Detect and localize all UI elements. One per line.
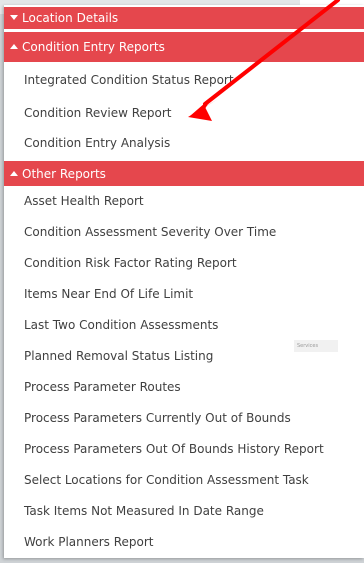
section-label: Condition Entry Reports [22,40,165,54]
menu-item-condition-entry-analysis[interactable]: Condition Entry Analysis [24,136,170,150]
section-location-details[interactable]: Location Details [4,7,364,29]
menu-item-select-locations-for-condition-assessment-task[interactable]: Select Locations for Condition Assessmen… [24,473,309,487]
menu-item-work-planners-report[interactable]: Work Planners Report [24,535,154,549]
menu-item-condition-review-report[interactable]: Condition Review Report [24,106,172,120]
caret-up-icon [10,44,22,50]
section-label: Other Reports [22,166,106,181]
menu-item-condition-risk-factor-rating-report[interactable]: Condition Risk Factor Rating Report [24,256,237,270]
menu-item-process-parameters-currently-out-of-bounds[interactable]: Process Parameters Currently Out of Boun… [24,411,291,425]
caret-up-icon [10,170,22,177]
menu-item-planned-removal-status-listing[interactable]: Planned Removal Status Listing [24,349,213,363]
caret-down-icon [10,15,22,21]
section-condition-entry-reports[interactable]: Condition Entry Reports [4,32,364,62]
menu-item-task-items-not-measured-in-date-range[interactable]: Task Items Not Measured In Date Range [24,504,264,518]
menu-item-asset-health-report[interactable]: Asset Health Report [24,194,144,208]
services-tag: Services [294,340,338,352]
section-label: Location Details [22,11,119,25]
section-other-reports[interactable]: Other Reports [4,161,364,186]
reports-dropdown-panel: Location Details Condition Entry Reports… [4,5,364,558]
menu-item-process-parameters-out-of-bounds-history-report[interactable]: Process Parameters Out Of Bounds History… [24,442,324,456]
menu-item-process-parameter-routes[interactable]: Process Parameter Routes [24,380,181,394]
menu-item-integrated-condition-status-report[interactable]: Integrated Condition Status Report [24,73,234,87]
menu-item-last-two-condition-assessments[interactable]: Last Two Condition Assessments [24,318,218,332]
menu-item-condition-assessment-severity-over-time[interactable]: Condition Assessment Severity Over Time [24,225,276,239]
menu-item-items-near-end-of-life-limit[interactable]: Items Near End Of Life Limit [24,287,193,301]
